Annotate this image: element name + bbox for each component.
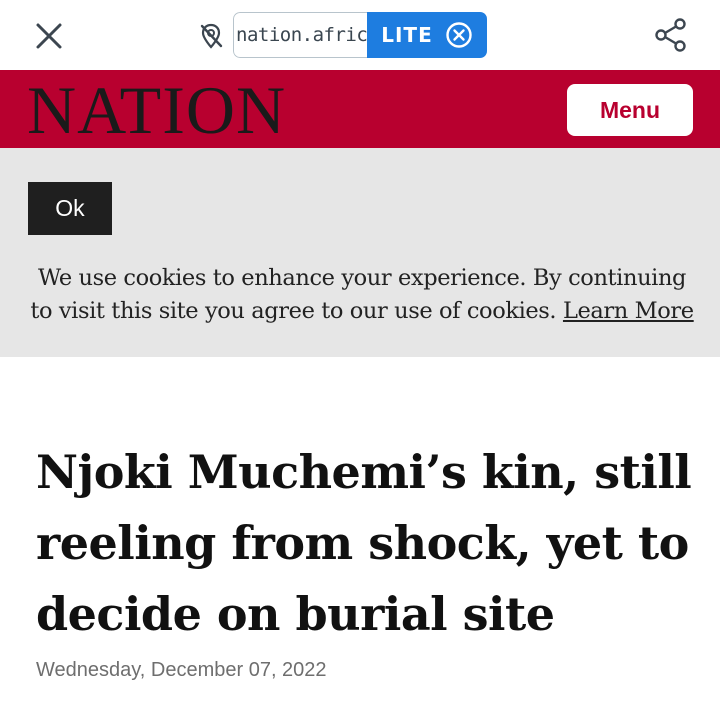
- cookie-ok-button[interactable]: Ok: [28, 182, 112, 235]
- article-date: Wednesday, December 07, 2022: [36, 659, 327, 681]
- circle-x-icon: [446, 22, 472, 48]
- lite-label: LITE: [381, 23, 433, 47]
- close-icon[interactable]: [30, 17, 68, 55]
- location-off-icon: [196, 22, 226, 50]
- lite-mode-button[interactable]: LITE: [367, 12, 487, 58]
- browser-toolbar: nation.africa LITE: [0, 0, 720, 70]
- learn-more-link[interactable]: Learn More: [563, 298, 694, 324]
- menu-button[interactable]: Menu: [567, 84, 693, 136]
- address-bar: nation.africa LITE: [233, 12, 487, 58]
- cookie-message: We use cookies to enhance your experienc…: [24, 262, 700, 328]
- article-headline: Njoki Muchemi’s kin, still reeling from …: [36, 445, 692, 641]
- share-icon[interactable]: [652, 16, 690, 54]
- url-field[interactable]: nation.africa: [233, 12, 367, 58]
- site-logo[interactable]: NATION: [27, 74, 286, 146]
- site-header: NATION Menu: [0, 70, 720, 148]
- cookie-banner: Ok We use cookies to enhance your experi…: [0, 148, 720, 357]
